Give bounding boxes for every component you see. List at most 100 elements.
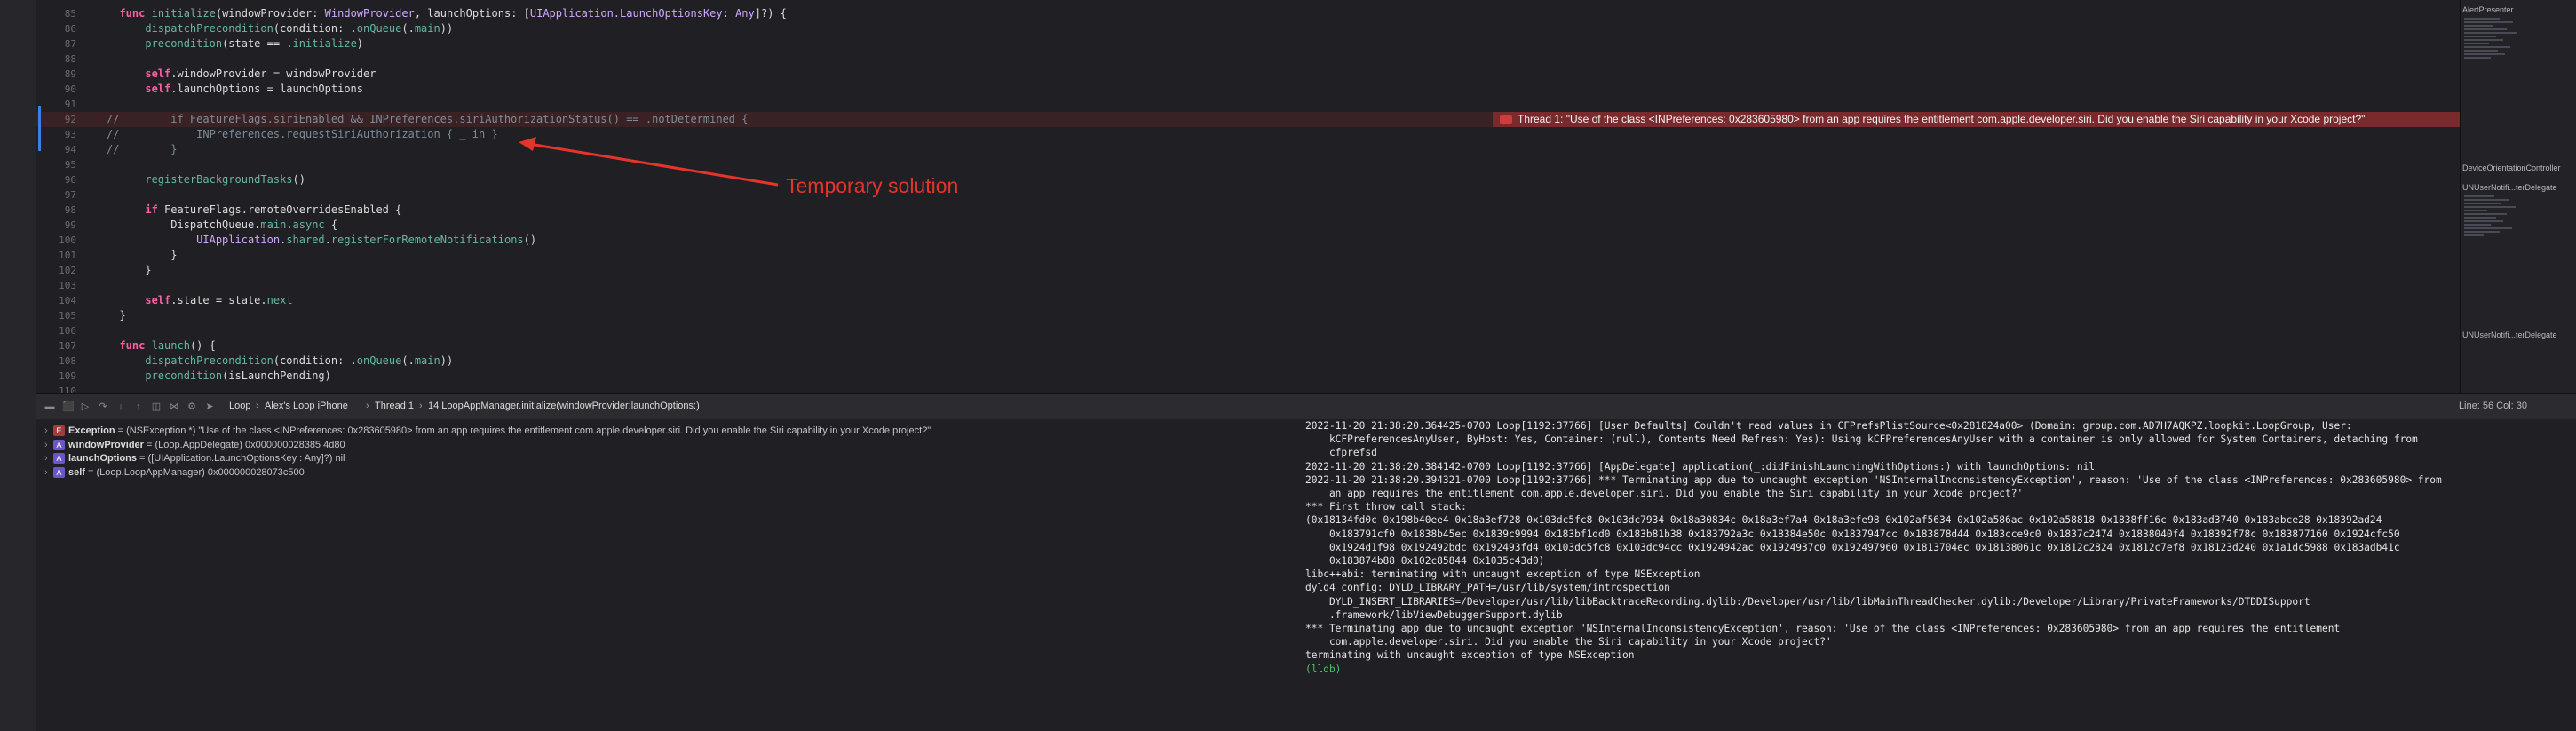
console-line: 2022-11-20 21:38:20.364425-0700 Loop[119… [1305, 420, 2352, 432]
hide-debug-area-icon[interactable]: ▬ [44, 401, 55, 412]
disclosure-chevron-icon[interactable]: › [44, 452, 53, 465]
variable-value: = ([UIApplication.LaunchOptionsKey : Any… [137, 453, 345, 464]
step-over-icon[interactable]: ↷ [98, 401, 108, 412]
annotation-arrow [519, 137, 779, 187]
code-line[interactable]: 90 self.launchOptions = launchOptions [36, 82, 2460, 97]
console-line: com.apple.developer.siri. Did you enable… [1305, 636, 1832, 648]
disclosure-chevron-icon[interactable]: › [44, 439, 53, 452]
code-line[interactable]: 95 [36, 157, 2460, 172]
line-number: 106 [59, 325, 76, 337]
code-editor[interactable]: 110 109 precondition(isLaunchPending) 108 … [36, 0, 2460, 393]
error-message: Thread 1: "Use of the class <INPreferenc… [1518, 113, 2366, 125]
memory-graph-icon[interactable]: ⋈ [169, 401, 179, 412]
code-line[interactable]: 108 dispatchPrecondition(condition: .onQ… [36, 354, 2460, 369]
variable-kind-badge: A [53, 466, 65, 478]
code-line[interactable]: 86 dispatchPrecondition(condition: .onQu… [36, 21, 2460, 36]
breadcrumb-scheme[interactable]: Loop [229, 401, 250, 411]
code-token: // } [107, 143, 178, 155]
disclosure-chevron-icon[interactable]: › [44, 466, 53, 480]
code-token: registerForRemoteNotifications [330, 234, 524, 246]
code-line[interactable]: 101 } [36, 248, 2460, 263]
code-line[interactable]: 89 self.windowProvider = windowProvider [36, 67, 2460, 82]
code-text: } [107, 263, 151, 278]
code-token: (condition: . [273, 22, 357, 35]
line-number: 86 [64, 23, 76, 35]
code-line[interactable]: 98 if FeatureFlags.remoteOverridesEnable… [36, 203, 2460, 218]
console-line: 0x183791cf0 0x1838b45ec 0x1839c9994 0x18… [1305, 528, 2400, 540]
code-token: } [107, 309, 126, 322]
line-number: 85 [64, 8, 76, 20]
code-line[interactable]: 97 [36, 187, 2460, 203]
variable-row[interactable]: › E Exception = (NSException *) "Use of th… [44, 425, 931, 438]
code-token: . [286, 219, 293, 231]
line-number: 87 [64, 38, 76, 50]
code-token: dispatchPrecondition [145, 22, 273, 35]
code-line[interactable]: 87 precondition(state == .initialize) [36, 36, 2460, 52]
console-line: cfprefsd [1305, 447, 1377, 459]
code-token: registerBackgroundTasks [145, 173, 293, 186]
continue-icon[interactable]: ▷ [80, 401, 91, 412]
code-text: func launch() { [107, 338, 216, 354]
code-token: () { [189, 339, 216, 352]
code-text: self.launchOptions = launchOptions [107, 82, 363, 97]
code-token: precondition [145, 369, 223, 382]
variable-kind-badge: A [53, 439, 65, 450]
breadcrumb-device[interactable]: Alex's Loop iPhone [265, 401, 348, 411]
code-line[interactable]: 85 func initialize(windowProvider: Windo… [36, 6, 2460, 21]
code-line[interactable]: 104 self.state = state.next [36, 293, 2460, 308]
variable-kind-badge: A [53, 453, 65, 465]
annotation-label: Temporary solution [786, 174, 959, 197]
step-into-icon[interactable]: ↓ [115, 401, 126, 412]
line-number: 94 [64, 144, 76, 155]
variable-row[interactable]: › AwindowProvider = (Loop.AppDelegate) 0x… [44, 439, 345, 452]
breadcrumb-thread[interactable]: Thread 1 [375, 401, 414, 411]
step-out-icon[interactable]: ↑ [133, 401, 144, 412]
code-line[interactable]: 105 } [36, 308, 2460, 323]
change-indicator-bar [38, 106, 41, 151]
code-text: // INPreferences.requestSiriAuthorizatio… [107, 127, 498, 142]
minimap-section-label: UNUserNotifi...terDelegate [2462, 330, 2557, 339]
console-line: libc++abi: terminating with uncaught exc… [1305, 568, 1700, 581]
view-hierarchy-icon[interactable]: ◫ [151, 401, 162, 412]
debug-console[interactable]: 2022-11-20 21:38:20.364425-0700 Loop[119… [1304, 419, 2576, 731]
console-line: .framework/libViewDebuggerSupport.dylib [1305, 608, 1563, 621]
variable-row[interactable]: › Aself = (Loop.LoopAppManager) 0x0000000… [44, 466, 305, 480]
code-line[interactable]: 91 [36, 97, 2460, 112]
error-annotation[interactable]: Thread 1: "Use of the class <INPreferenc… [1493, 112, 2460, 127]
simulate-location-icon[interactable]: ➤ [204, 401, 215, 412]
console-line: *** First throw call stack: [1305, 501, 1467, 513]
code-line[interactable]: 88 [36, 52, 2460, 67]
lldb-prompt: (lldb) [1305, 663, 1342, 675]
code-line[interactable]: 110 [36, 384, 2460, 393]
code-line[interactable]: 99 DispatchQueue.main.async { [36, 218, 2460, 233]
code-token: precondition [145, 37, 223, 50]
disclosure-chevron-icon[interactable]: › [44, 425, 53, 438]
code-line[interactable]: 106 [36, 323, 2460, 338]
console-line: terminating with uncaught exception of t… [1305, 649, 1635, 662]
code-line[interactable]: 103 [36, 278, 2460, 293]
code-line[interactable]: 93 // INPreferences.requestSiriAuthorizat… [36, 127, 2460, 142]
code-line[interactable]: 94 // } [36, 142, 2460, 157]
code-token: .state = state. [170, 294, 267, 306]
line-number: 101 [59, 250, 76, 261]
code-token: func [119, 339, 146, 352]
code-line[interactable]: 102 } [36, 263, 2460, 278]
breakpoints-toggle-icon[interactable]: ⬛ [62, 401, 75, 412]
console-line: an app requires the entitlement com.appl… [1305, 488, 2024, 499]
minimap-section-label: DeviceOrientationController [2462, 163, 2561, 172]
code-line[interactable]: 109 precondition(isLaunchPending) [36, 369, 2460, 384]
variables-view[interactable]: › E Exception = (NSException *) "Use of th… [36, 419, 1304, 731]
breadcrumb-frame[interactable]: 14 LoopAppManager.initialize(windowProvi… [428, 401, 700, 411]
minimap[interactable]: AlertPresenter DeviceOrientationControll… [2460, 0, 2576, 393]
code-line[interactable]: 96 registerBackgroundTasks() [36, 172, 2460, 187]
variable-row[interactable]: › AlaunchOptions = ([UIApplication.Launch… [44, 452, 345, 465]
code-line[interactable]: 100 UIApplication.shared.registerForRemo… [36, 233, 2460, 248]
variable-name: Exception [68, 425, 115, 436]
variable-value: = (Loop.AppDelegate) 0x000000028385 4d80 [143, 439, 345, 450]
code-line[interactable]: 107 func launch() { [36, 338, 2460, 354]
environment-overrides-icon[interactable]: ⚙ [186, 401, 197, 412]
console-line: 0x1924d1f98 0x192492bdc 0x192493fd4 0x10… [1305, 541, 2400, 553]
